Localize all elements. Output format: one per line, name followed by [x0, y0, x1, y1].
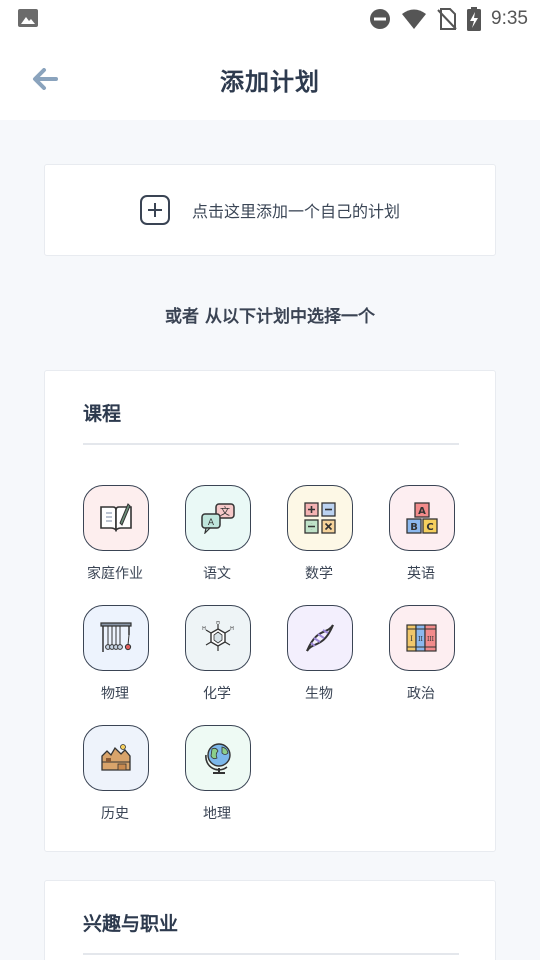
svg-text:文: 文	[220, 505, 230, 518]
plus-square-icon	[139, 195, 170, 225]
language-chat-icon: 文 A	[185, 485, 251, 551]
abc-blocks-icon: A B C	[389, 485, 455, 551]
plan-item-label: 数学	[305, 566, 333, 582]
do-not-disturb-icon	[370, 9, 391, 29]
svg-text:H: H	[230, 626, 234, 632]
globe-icon	[185, 725, 251, 791]
homework-book-icon	[83, 485, 149, 551]
plan-item-politics[interactable]: I II III 政治	[371, 605, 471, 715]
section-courses: 课程 家庭作业 文 A 语文 数学 A B C 英语 物理 H H H 化学 生…	[44, 370, 496, 852]
dna-icon	[287, 605, 353, 671]
plan-item-math[interactable]: 数学	[269, 485, 369, 595]
history-landscape-icon	[83, 725, 149, 791]
molecule-icon: H H H	[185, 605, 251, 671]
plan-item-physics[interactable]: 物理	[65, 605, 165, 715]
app-bar: 添加计划	[0, 38, 540, 120]
plan-item-label: 物理	[101, 686, 129, 702]
plan-item-homework[interactable]: 家庭作业	[65, 485, 165, 595]
plan-item-chemistry[interactable]: H H H 化学	[167, 605, 267, 715]
plan-item-biology[interactable]: 生物	[269, 605, 369, 715]
plan-item-label: 历史	[101, 806, 129, 822]
plan-item-english[interactable]: A B C 英语	[371, 485, 471, 595]
svg-text:H: H	[202, 626, 206, 632]
plan-item-label: 地理	[203, 806, 231, 822]
svg-text:C: C	[426, 522, 433, 533]
newtons-cradle-icon	[83, 605, 149, 671]
svg-text:H: H	[216, 621, 220, 626]
plan-item-label: 化学	[203, 686, 231, 702]
svg-text:B: B	[410, 522, 418, 533]
svg-text:A: A	[208, 518, 215, 528]
battery-charging-icon	[467, 7, 482, 31]
svg-text:III: III	[427, 636, 435, 643]
section-title: 兴趣与职业	[83, 913, 179, 935]
plan-item-label: 英语	[407, 566, 435, 582]
math-symbols-icon	[287, 485, 353, 551]
wifi-icon	[402, 9, 427, 29]
no-sim-icon	[437, 8, 457, 30]
plan-item-label: 家庭作业	[87, 566, 143, 582]
section-divider	[83, 443, 459, 445]
plan-item-geography[interactable]: 地理	[167, 725, 267, 835]
status-bar: 9:35	[0, 0, 540, 38]
svg-text:I: I	[410, 635, 413, 643]
plan-item-chinese[interactable]: 文 A 语文	[167, 485, 267, 595]
add-custom-plan-label: 点击这里添加一个自己的计划	[191, 202, 400, 221]
plan-item-history[interactable]: 历史	[65, 725, 165, 835]
svg-text:II: II	[418, 636, 423, 643]
section-divider	[83, 953, 459, 955]
page-title: 添加计划	[220, 68, 320, 96]
plan-item-label: 生物	[305, 686, 333, 702]
plan-item-label: 政治	[407, 686, 435, 702]
status-time: 9:35	[491, 8, 528, 29]
section-title: 课程	[83, 403, 122, 425]
svg-text:A: A	[418, 506, 426, 517]
section-interests-career: 兴趣与职业	[44, 880, 496, 960]
add-custom-plan-button[interactable]: 点击这里添加一个自己的计划	[44, 164, 496, 256]
image-icon	[18, 9, 38, 27]
law-books-icon: I II III	[389, 605, 455, 671]
choose-hint: 或者 从以下计划中选择一个	[165, 307, 375, 327]
plan-item-label: 语文	[203, 566, 231, 582]
